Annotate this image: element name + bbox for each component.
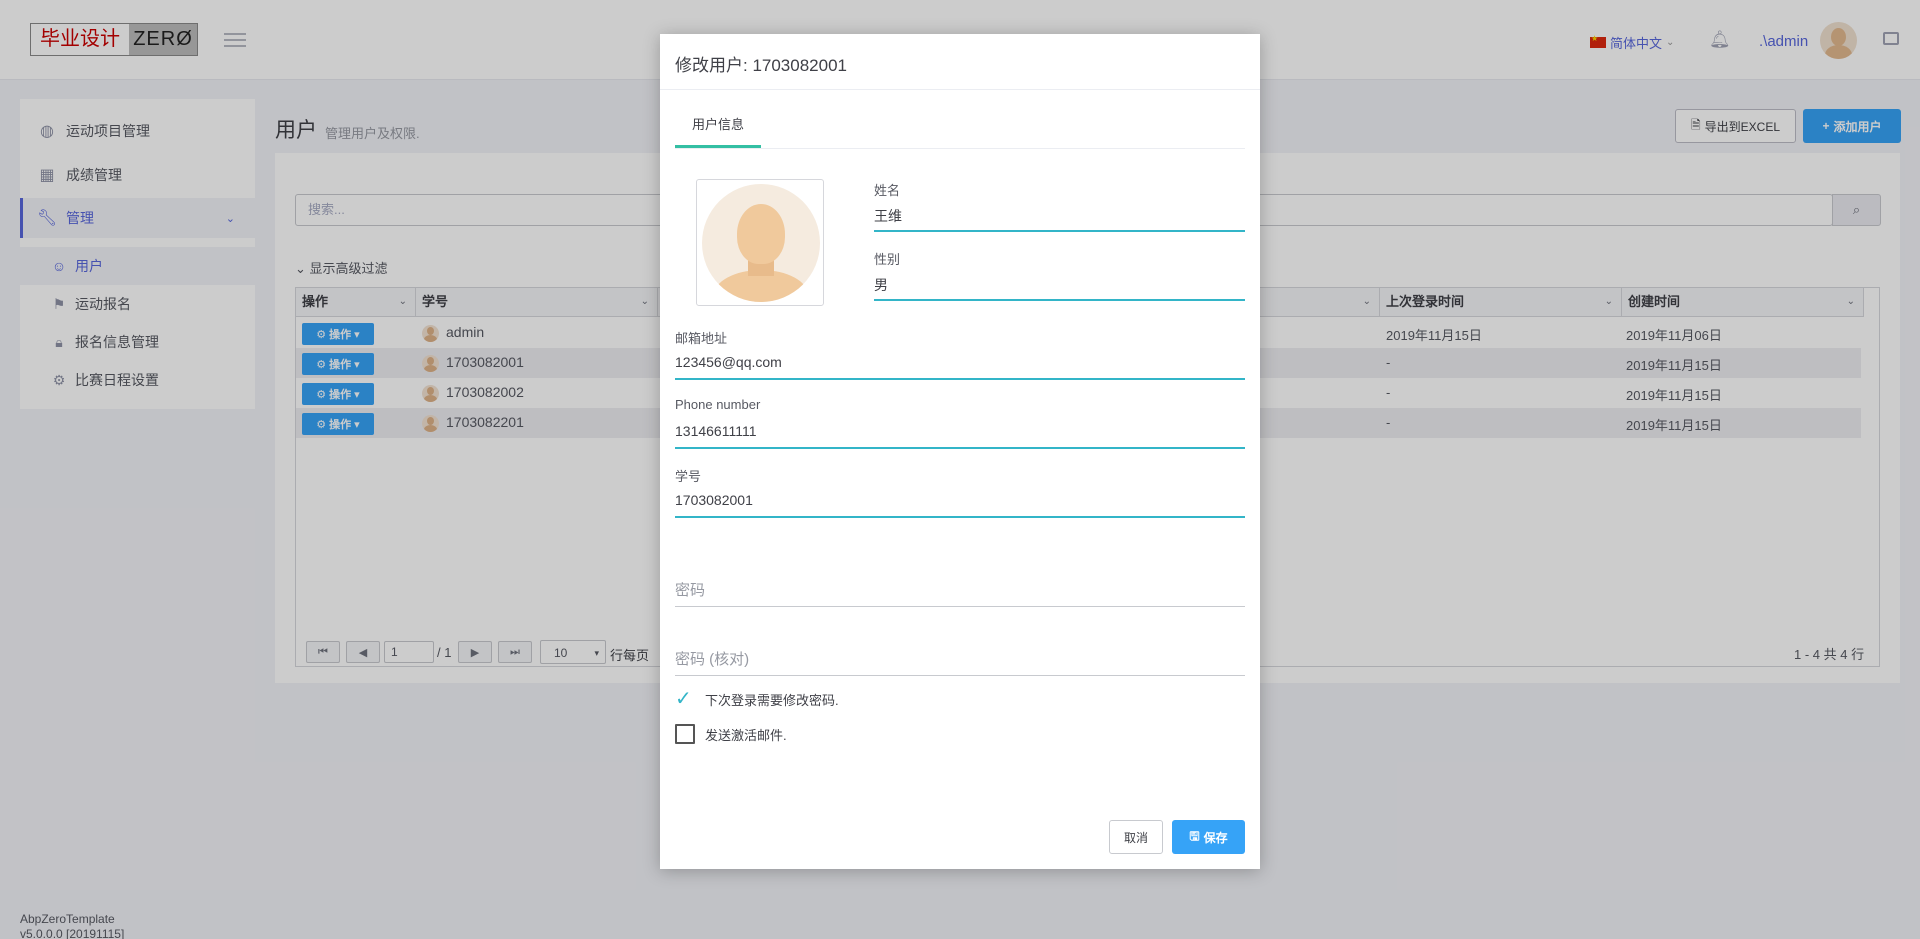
student-id-label: 学号	[675, 469, 702, 484]
phone-label: Phone number	[675, 397, 761, 412]
name-field[interactable]: 王维	[874, 206, 902, 226]
name-label: 姓名	[874, 183, 901, 198]
gender-field[interactable]: 男	[874, 275, 888, 295]
student-id-field[interactable]: 1703082001	[675, 492, 753, 508]
profile-picture[interactable]	[696, 179, 824, 306]
gender-label: 性别	[874, 252, 901, 267]
password-confirm-field[interactable]: 密码 (核对)	[675, 648, 749, 669]
student-id-underline	[675, 516, 1245, 518]
tab-user-info[interactable]: 用户信息	[675, 115, 761, 148]
password-underline	[675, 606, 1245, 607]
change-password-label: 下次登录需要修改密码.	[705, 692, 839, 708]
save-button[interactable]: 🖫 保存	[1172, 820, 1245, 854]
gender-underline	[874, 299, 1245, 301]
name-underline	[874, 230, 1245, 232]
password-confirm-underline	[675, 675, 1245, 676]
modal-title: 修改用户: 1703082001	[675, 56, 847, 75]
cancel-button[interactable]: 取消	[1109, 820, 1163, 854]
default-avatar-icon	[702, 184, 820, 302]
floppy-disk-icon: 🖫	[1189, 828, 1200, 843]
save-label: 保存	[1203, 830, 1228, 845]
send-activation-label: 发送激活邮件.	[705, 727, 787, 743]
email-underline	[675, 378, 1245, 380]
phone-field[interactable]: 13146611111	[675, 423, 757, 439]
change-password-checkbox[interactable]: ✓ 下次登录需要修改密码.	[675, 689, 839, 709]
phone-underline	[675, 447, 1245, 449]
email-field[interactable]: 123456@qq.com	[675, 354, 782, 370]
modal-header: 修改用户: 1703082001	[660, 34, 1260, 90]
checkbox-empty-icon	[675, 724, 695, 744]
send-activation-checkbox[interactable]: 发送激活邮件.	[675, 724, 787, 744]
password-field[interactable]: 密码	[675, 579, 705, 600]
checkmark-icon: ✓	[675, 688, 692, 710]
tab-divider	[675, 148, 1245, 149]
email-label: 邮箱地址	[675, 331, 728, 346]
edit-user-modal: 修改用户: 1703082001 用户信息 姓名 王维 性别 男 邮箱地址 12…	[660, 34, 1260, 869]
